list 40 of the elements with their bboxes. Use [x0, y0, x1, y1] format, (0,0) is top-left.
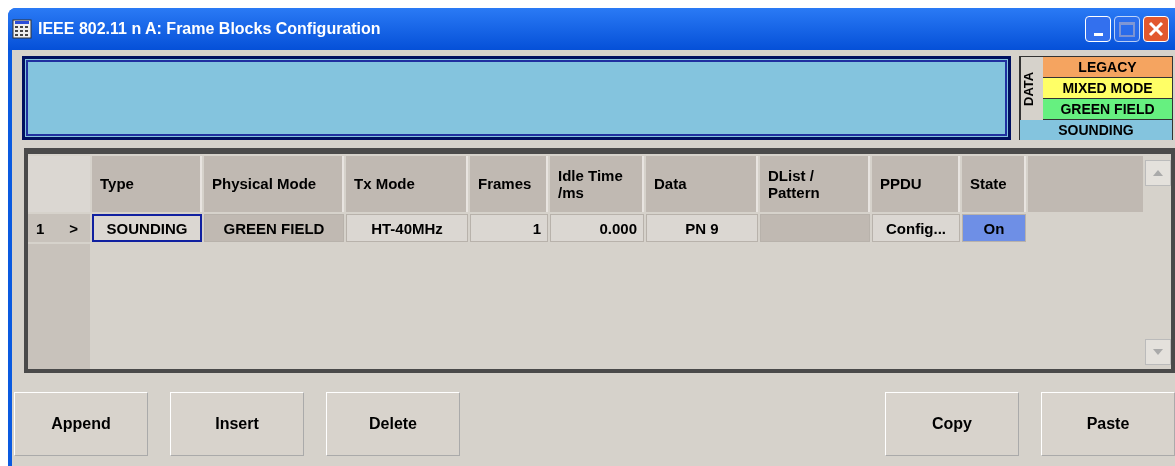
column-header: Physical Mode — [204, 156, 344, 212]
table-cell: PN 9 — [646, 214, 758, 242]
column-header: State — [962, 156, 1026, 212]
action-button[interactable]: Insert — [170, 391, 304, 456]
legend-item: MIXED MODE — [1043, 78, 1172, 99]
up-triangle-icon — [1153, 170, 1163, 176]
column-header: Tx Mode — [346, 156, 468, 212]
legend-item: SOUNDING — [1020, 120, 1172, 140]
state-toggle[interactable]: On — [962, 214, 1026, 242]
close-icon — [1146, 19, 1166, 39]
table-cell: SOUNDING — [92, 214, 202, 242]
table-cell: 1 — [470, 214, 548, 242]
row-header[interactable]: 1 > — [28, 214, 90, 242]
scroll-up-button[interactable] — [1145, 160, 1171, 186]
table-cell: GREEN FIELD — [204, 214, 344, 242]
maximize-button[interactable] — [1114, 16, 1140, 42]
column-header: Frames — [470, 156, 548, 212]
table-cell: 0.000 — [550, 214, 644, 242]
legend-item: GREEN FIELD — [1043, 99, 1172, 120]
action-button[interactable]: Copy — [885, 391, 1019, 456]
corner-header — [28, 156, 90, 212]
close-button[interactable] — [1143, 16, 1169, 42]
row-number: 1 — [36, 219, 45, 237]
config-button[interactable]: Config... — [872, 214, 960, 242]
column-header: Type — [92, 156, 202, 212]
scroll-down-button[interactable] — [1145, 339, 1171, 365]
column-header: PPDU — [872, 156, 960, 212]
down-triangle-icon — [1153, 349, 1163, 355]
action-button[interactable]: Paste — [1041, 391, 1175, 456]
column-header: Data — [646, 156, 758, 212]
table-cell: HT-40MHz — [346, 214, 468, 242]
row-marker: > — [69, 219, 78, 237]
calculator-icon — [12, 19, 32, 39]
action-button[interactable]: Append — [14, 391, 148, 456]
column-header: DList / Pattern — [760, 156, 870, 212]
column-header: Idle Time /ms — [550, 156, 644, 212]
action-button[interactable]: Delete — [326, 391, 460, 456]
minimize-button[interactable] — [1085, 16, 1111, 42]
legend-item: LEGACY — [1043, 57, 1172, 78]
window-title: IEEE 802.11 n A: Frame Blocks Configuration — [38, 20, 381, 38]
